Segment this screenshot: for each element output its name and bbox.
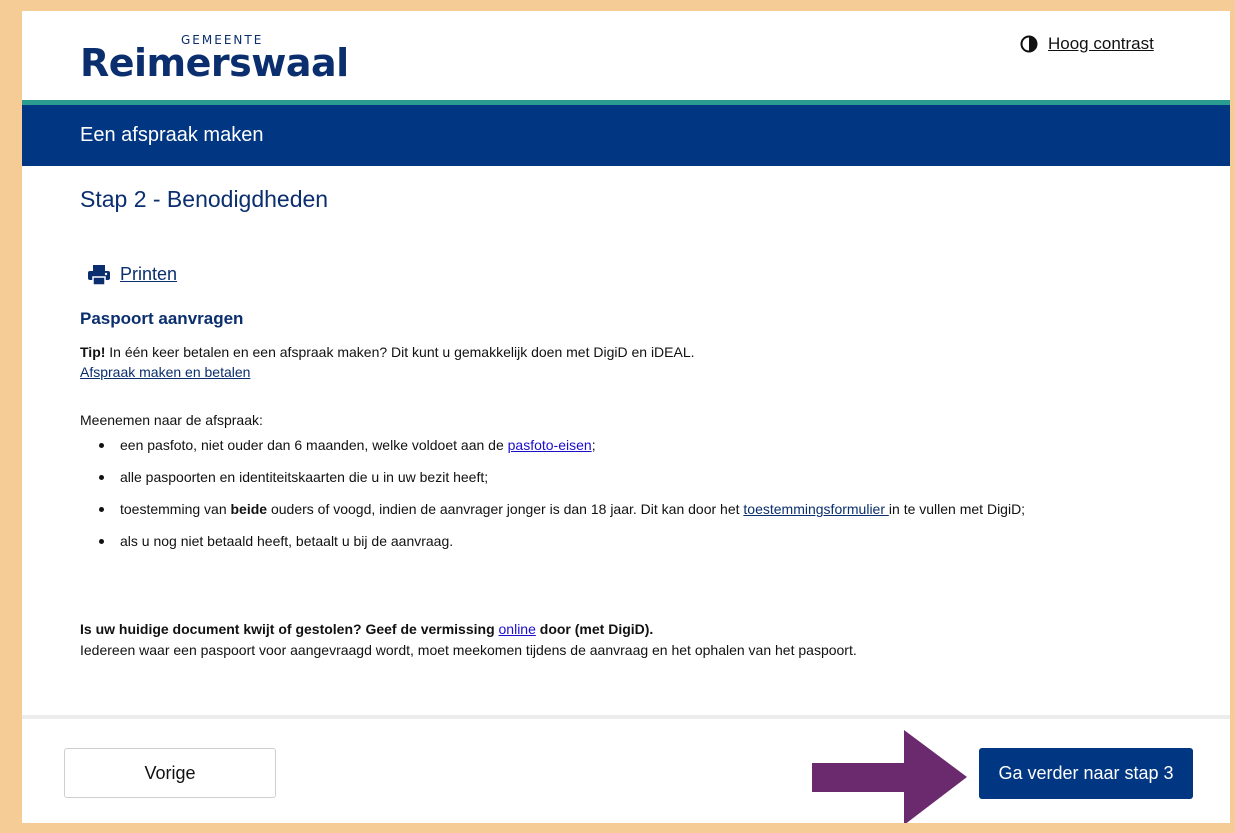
next-step-button[interactable]: Ga verder naar stap 3	[979, 748, 1193, 799]
page-frame: GEMEENTE Reimerswaal Hoog contrast Een a…	[22, 11, 1230, 823]
report-lost-online-link[interactable]: online	[499, 621, 536, 637]
list-item: een pasfoto, niet ouder dan 6 maanden, w…	[99, 435, 1209, 455]
tip-label: Tip!	[80, 344, 106, 360]
lost-document-notice: Is uw huidige document kwijt of gestolen…	[80, 619, 857, 661]
list-item: toestemming van beide ouders of voogd, i…	[99, 499, 1209, 519]
print-button[interactable]: Printen	[88, 264, 177, 285]
passport-photo-requirements-link[interactable]: pasfoto-eisen	[508, 437, 592, 453]
printer-icon	[88, 264, 110, 285]
requirements-list: een pasfoto, niet ouder dan 6 maanden, w…	[80, 435, 1209, 563]
contrast-icon	[1020, 35, 1038, 53]
tip-text: In één keer betalen en een afspraak make…	[109, 344, 695, 360]
print-link[interactable]: Printen	[120, 264, 177, 285]
requirements-intro: Meenemen naar de afspraak:	[80, 412, 263, 428]
arrow-pointer-icon	[812, 730, 967, 823]
high-contrast-link[interactable]: Hoog contrast	[1048, 34, 1154, 54]
footer-divider	[22, 715, 1230, 719]
tip-block: Tip! In één keer betalen en een afspraak…	[80, 342, 695, 382]
list-item: alle paspoorten en identiteitskaarten di…	[99, 467, 1209, 487]
lost-document-text: Iedereen waar een paspoort voor aangevra…	[80, 642, 857, 658]
banner-title: Een afspraak maken	[80, 124, 264, 146]
appointment-payment-link[interactable]: Afspraak maken en betalen	[80, 364, 250, 380]
list-item: als u nog niet betaald heeft, betaalt u …	[99, 531, 1209, 551]
step-title: Stap 2 - Benodigdheden	[80, 186, 329, 212]
section-title: Paspoort aanvragen	[80, 309, 244, 328]
consent-form-link[interactable]: toestemmingsformulier	[743, 501, 889, 517]
logo-title: Reimerswaal	[80, 41, 349, 85]
page-banner: Een afspraak maken	[22, 105, 1230, 166]
previous-button[interactable]: Vorige	[64, 748, 276, 798]
high-contrast-toggle[interactable]: Hoog contrast	[1020, 34, 1154, 54]
